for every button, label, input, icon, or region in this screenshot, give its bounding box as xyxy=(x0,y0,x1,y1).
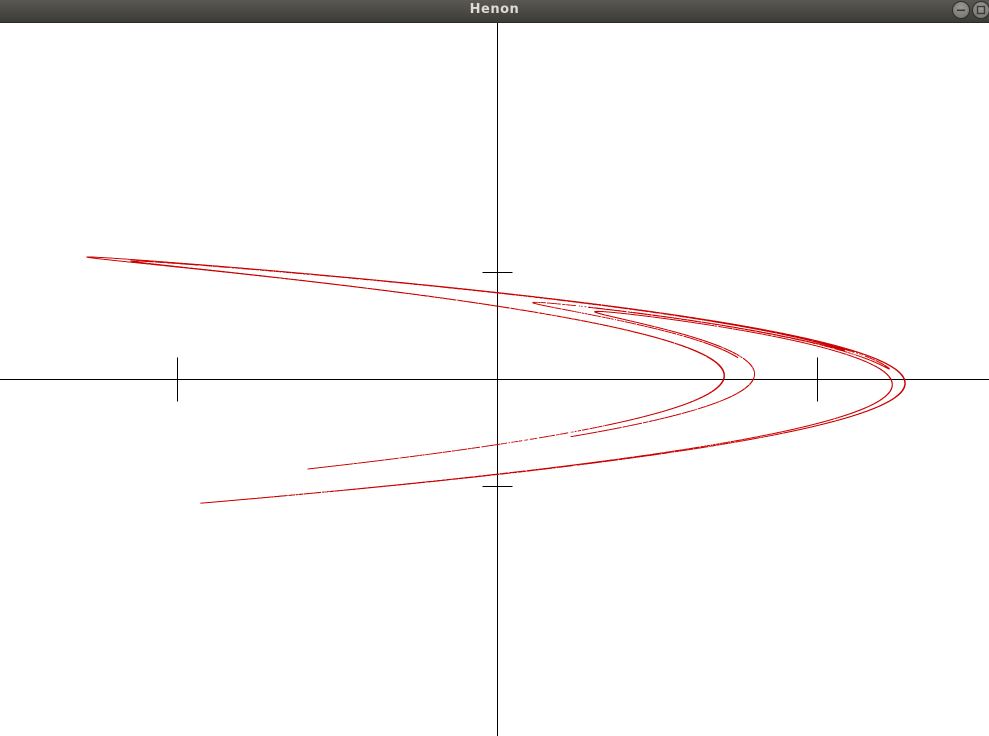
window-title: Henon xyxy=(469,2,520,17)
app-window: Henon xyxy=(0,0,989,736)
minimize-icon xyxy=(957,9,965,12)
henon-attractor xyxy=(86,256,906,504)
axes xyxy=(0,23,989,736)
title-bar[interactable]: Henon xyxy=(0,0,989,23)
plot-canvas xyxy=(0,23,989,736)
maximize-icon xyxy=(976,5,986,15)
henon-plot xyxy=(0,23,989,736)
minimize-button[interactable] xyxy=(952,1,970,19)
maximize-button[interactable] xyxy=(972,1,989,19)
